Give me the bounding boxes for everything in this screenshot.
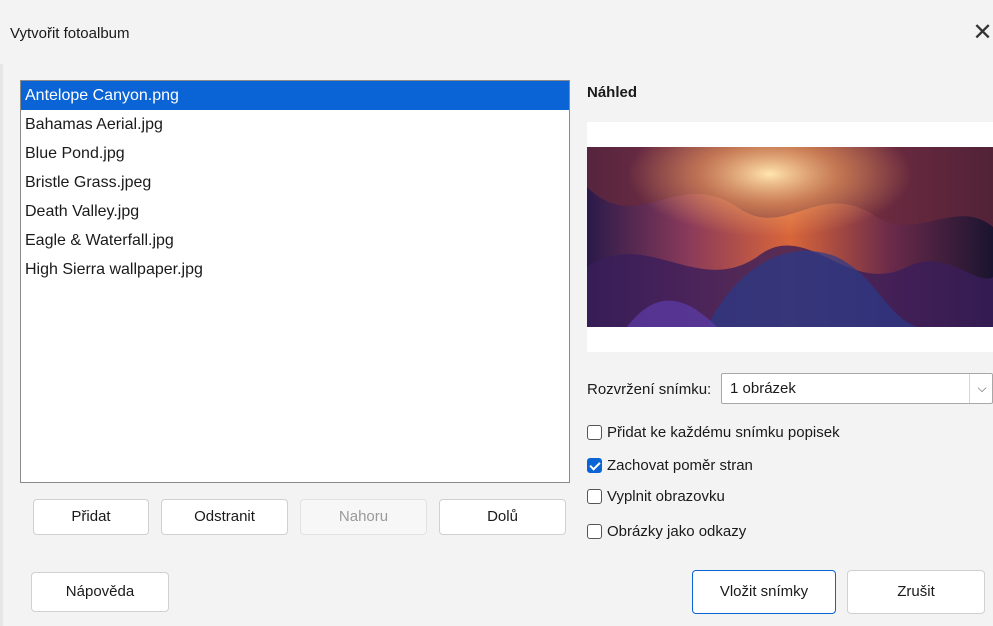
chevron-down-icon[interactable]: ⌵: [969, 374, 993, 403]
caption-option[interactable]: Přidat ke každému snímku popisek: [587, 421, 840, 443]
caption-checkbox[interactable]: [587, 424, 602, 440]
caption-label: Přidat ke každému snímku popisek: [607, 423, 840, 441]
list-item[interactable]: Death Valley.jpg: [21, 197, 569, 226]
aspect-checkbox[interactable]: [587, 457, 602, 473]
dialog-title: Vytvořit fotoalbum: [10, 25, 130, 42]
insert-slides-button[interactable]: Vložit snímky: [692, 570, 836, 614]
file-list[interactable]: Antelope Canyon.png Bahamas Aerial.jpg B…: [20, 80, 570, 483]
layout-select-value: 1 obrázek: [730, 380, 796, 397]
list-item[interactable]: Bahamas Aerial.jpg: [21, 110, 569, 139]
list-item[interactable]: Bristle Grass.jpeg: [21, 168, 569, 197]
move-up-button[interactable]: Nahoru: [300, 499, 427, 535]
fill-checkbox[interactable]: [587, 488, 602, 504]
aspect-option[interactable]: Zachovat poměr stran: [587, 454, 753, 476]
links-label: Obrázky jako odkazy: [607, 522, 747, 540]
remove-button[interactable]: Odstranit: [161, 499, 288, 535]
fill-option[interactable]: Vyplnit obrazovku: [587, 485, 725, 507]
links-checkbox[interactable]: [587, 523, 602, 539]
add-button[interactable]: Přidat: [33, 499, 149, 535]
list-item[interactable]: High Sierra wallpaper.jpg: [21, 255, 569, 284]
cancel-button[interactable]: Zrušit: [847, 570, 985, 614]
preview-heading: Náhled: [587, 84, 638, 101]
list-item[interactable]: Antelope Canyon.png: [21, 81, 569, 110]
fill-label: Vyplnit obrazovku: [607, 487, 725, 505]
aspect-label: Zachovat poměr stran: [607, 456, 753, 474]
layout-label: Rozvržení snímku:: [587, 381, 712, 398]
list-item[interactable]: Eagle & Waterfall.jpg: [21, 226, 569, 255]
close-icon[interactable]: ✕: [972, 18, 993, 48]
help-button[interactable]: Nápověda: [31, 572, 169, 612]
title-bar: Vytvořit fotoalbum ✕: [0, 0, 993, 64]
preview-image: [587, 147, 993, 327]
move-down-button[interactable]: Dolů: [439, 499, 566, 535]
list-item[interactable]: Blue Pond.jpg: [21, 139, 569, 168]
links-option[interactable]: Obrázky jako odkazy: [587, 520, 746, 542]
window-edge: [0, 0, 3, 626]
layout-select[interactable]: 1 obrázek ⌵: [721, 373, 993, 404]
